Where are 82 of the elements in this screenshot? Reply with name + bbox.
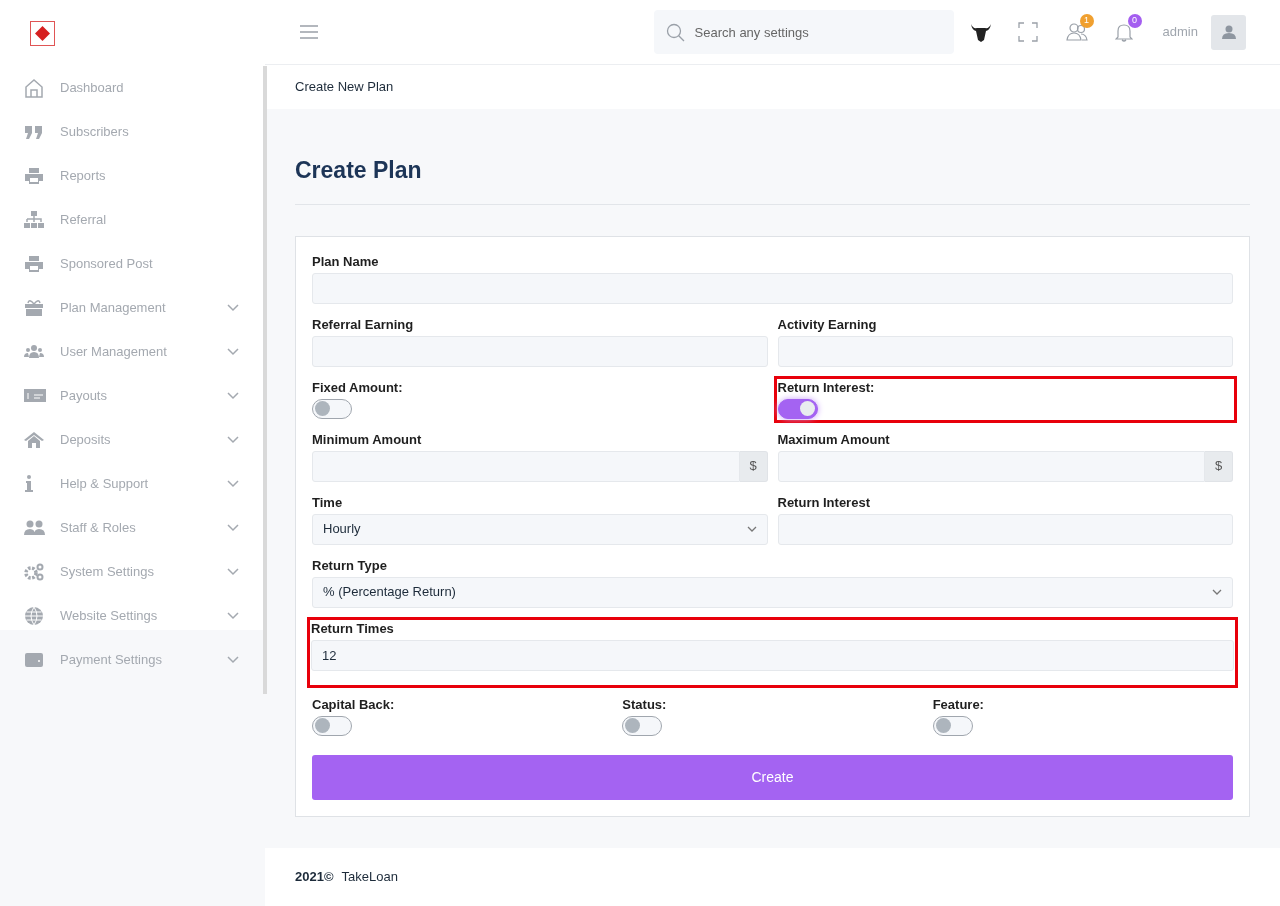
sitemap-icon <box>24 210 46 230</box>
toggle-switch[interactable] <box>312 715 352 736</box>
printer-icon <box>24 254 46 274</box>
search-icon <box>665 23 685 42</box>
globe-icon <box>24 606 46 626</box>
field-label: Status: <box>622 696 668 713</box>
input-field[interactable] <box>312 450 740 482</box>
brand-link[interactable]: TakeLoan <box>341 867 398 887</box>
toggle-switch[interactable] <box>932 715 973 736</box>
chevron-down-icon <box>227 304 239 312</box>
chevron-down-icon <box>227 524 239 532</box>
house-icon <box>24 430 46 450</box>
logo-icon[interactable] <box>30 20 55 46</box>
sidebar-item[interactable]: Subscribers <box>0 110 263 154</box>
currency-addon: $ <box>739 450 768 482</box>
input-field[interactable] <box>777 513 1233 545</box>
chevron-down-icon <box>227 436 239 444</box>
sidebar-item[interactable]: Plan Management <box>0 286 263 330</box>
input-field[interactable] <box>312 335 768 367</box>
field-label: Referral Earning <box>312 316 415 333</box>
wallet-icon <box>24 650 46 670</box>
sidebar-item[interactable]: Help & Support <box>0 462 263 506</box>
gift-icon <box>24 298 46 318</box>
chevron-down-icon <box>746 526 757 532</box>
field-label: Minimum Amount <box>312 431 423 448</box>
field-label: Maximum Amount <box>777 431 891 448</box>
chevron-down-icon <box>227 656 239 664</box>
copyright: 2021© <box>295 868 334 887</box>
notification-badge: 1 <box>1079 14 1094 28</box>
sidebar-item[interactable]: Reports <box>0 154 263 198</box>
chevron-down-icon <box>1212 589 1222 595</box>
sidebar-item[interactable]: Payouts <box>0 374 263 418</box>
field-label: Time <box>312 494 344 511</box>
notification-badge: 0 <box>1127 14 1142 28</box>
home-icon <box>24 78 46 98</box>
chevron-down-icon <box>227 348 239 356</box>
info-icon <box>24 474 34 494</box>
field-label: Return Interest <box>777 494 871 511</box>
chevron-down-icon <box>227 612 239 620</box>
select-field[interactable]: Hourly <box>312 513 768 545</box>
breadcrumb: Create New Plan <box>295 78 394 97</box>
field-label: Return Times <box>311 620 395 637</box>
toggle-switch[interactable] <box>777 398 818 419</box>
page-title: Create Plan <box>295 153 1250 205</box>
sidebar-item[interactable]: Dashboard <box>0 66 263 110</box>
users-icon[interactable] <box>1065 23 1088 41</box>
field-label: Feature: <box>932 696 985 713</box>
sidebar-item[interactable]: Website Settings <box>0 594 263 638</box>
field-label: Return Interest: <box>777 379 876 396</box>
field-label: Plan Name <box>312 253 380 270</box>
currency-addon: $ <box>1205 450 1233 482</box>
sidebar-item[interactable]: Sponsored Post <box>0 242 263 286</box>
bull-icon[interactable] <box>969 22 992 42</box>
sidebar-item[interactable]: Referral <box>0 198 263 242</box>
field-label: Return Type <box>312 557 388 574</box>
toggle-switch[interactable] <box>622 715 663 736</box>
chevron-down-icon <box>227 392 239 400</box>
create-button[interactable]: Create <box>312 754 1233 800</box>
sidebar-item[interactable]: User Management <box>0 330 263 374</box>
sidebar-item[interactable]: Staff & Roles <box>0 506 263 550</box>
input-field[interactable] <box>312 272 1233 304</box>
toggle-switch[interactable] <box>312 398 352 419</box>
bell-icon[interactable] <box>1114 22 1133 42</box>
sidebar-item[interactable]: Deposits <box>0 418 263 462</box>
chevron-down-icon <box>227 480 239 488</box>
sidebar-item[interactable]: System Settings <box>0 550 263 594</box>
select-field[interactable]: % (Percentage Return) <box>312 576 1233 608</box>
input-field[interactable] <box>777 450 1205 482</box>
field-label: Fixed Amount: <box>312 379 404 396</box>
avatar[interactable] <box>1211 14 1246 50</box>
menu-icon[interactable] <box>300 25 318 39</box>
input-field[interactable]: 12 <box>311 639 1234 671</box>
user-name[interactable]: admin <box>1162 22 1198 42</box>
chevron-down-icon <box>227 568 239 576</box>
fullscreen-icon[interactable] <box>1017 22 1038 42</box>
printer-icon <box>24 166 46 186</box>
input-field[interactable] <box>777 335 1233 367</box>
sidebar-item[interactable]: Payment Settings <box>0 638 263 682</box>
search-field[interactable]: Search any settings <box>653 10 954 54</box>
people-icon <box>24 518 46 538</box>
field-label: Activity Earning <box>777 316 878 333</box>
field-label: Capital Back: <box>312 696 396 713</box>
